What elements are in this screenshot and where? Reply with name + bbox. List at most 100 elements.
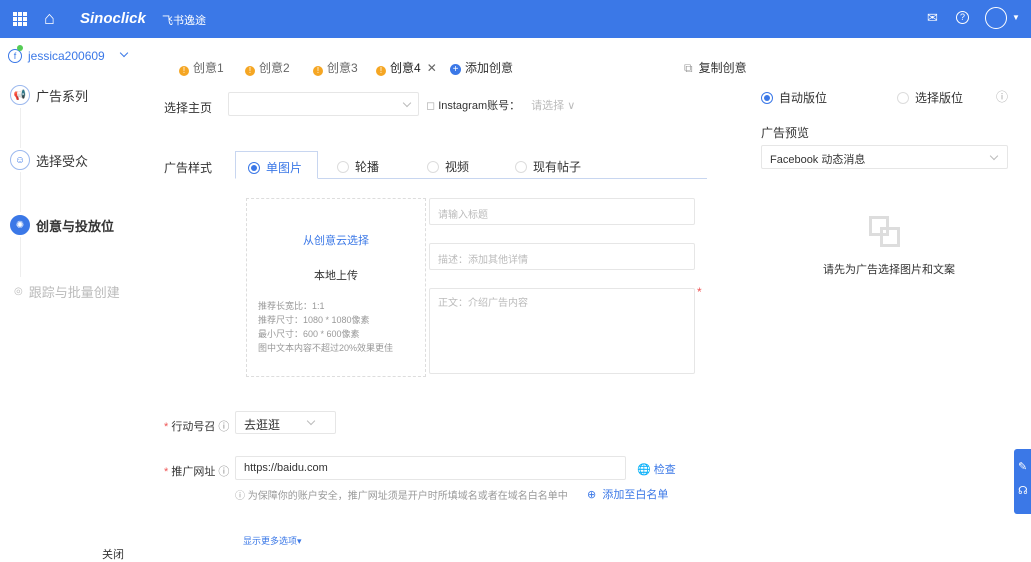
warning-icon: !	[313, 66, 323, 76]
radio	[515, 161, 527, 173]
show-more-options[interactable]: 显示更多选项▾	[243, 534, 302, 547]
wechat-icon[interactable]: ✉	[927, 10, 938, 26]
step-campaign[interactable]: 📢 广告系列	[10, 85, 88, 105]
bulb-icon: ✺	[10, 215, 30, 235]
tab-label: 创意2	[259, 61, 290, 75]
warning-icon: !	[376, 66, 386, 76]
chevron-down-icon	[119, 48, 129, 58]
step-label: 广告系列	[36, 88, 89, 104]
radio	[337, 161, 349, 173]
instagram-select[interactable]: 请选择	[531, 100, 564, 112]
facebook-icon: f	[8, 49, 22, 63]
style-label: 广告样式	[164, 161, 213, 175]
image-placeholder-icon	[869, 216, 901, 248]
avatar[interactable]	[985, 7, 1007, 29]
style-label-text: 视频	[445, 160, 470, 174]
instagram-icon: ◻	[426, 100, 436, 112]
style-single-image[interactable]: 单图片	[235, 151, 318, 179]
account-selector[interactable]: f jessica200609	[8, 45, 133, 64]
help-icon[interactable]: ?	[956, 11, 969, 24]
page-label: 选择主页	[164, 101, 213, 115]
cta-select[interactable]: 去逛逛	[235, 411, 336, 434]
style-existing-post[interactable]: 现有帖子	[515, 158, 581, 175]
globe-icon: 🌐	[637, 464, 651, 476]
radio	[897, 92, 909, 104]
step-tracking[interactable]: ◎ 跟踪与批量创建	[14, 282, 120, 301]
tab-creative-1[interactable]: ! 创意1	[179, 59, 224, 76]
cloud-select-link[interactable]: 从创意云选择	[247, 232, 425, 248]
add-creative-label: 添加创意	[465, 61, 514, 75]
placement-select[interactable]: Facebook 动态消息	[761, 145, 1008, 169]
title-input[interactable]: 请输入标题	[429, 198, 695, 225]
step-audience[interactable]: ☺ 选择受众	[10, 150, 88, 170]
instagram-field[interactable]: ◻ Instagram账号： 请选择 ∨	[426, 97, 575, 113]
tab-creative-3[interactable]: ! 创意3	[313, 59, 358, 76]
tip: 推荐尺寸：1080 * 1080像素	[258, 315, 370, 325]
user-icon: ☺	[10, 150, 30, 170]
brand-logo: Sinoclick	[80, 10, 146, 27]
radio	[427, 161, 439, 173]
local-upload-button[interactable]: 本地上传	[247, 267, 425, 283]
tab-creative-2[interactable]: ! 创意2	[245, 59, 290, 76]
step-label: 选择受众	[36, 153, 89, 169]
page-select[interactable]	[228, 92, 419, 116]
style-label-text: 单图片	[266, 161, 303, 175]
style-video[interactable]: 视频	[427, 158, 469, 175]
step-creative[interactable]: ✺ 创意与投放位	[10, 215, 114, 235]
top-header: ⌂ Sinoclick 飞书逸途 ✉ ? ▼	[0, 0, 1031, 38]
apps-grid-icon[interactable]	[13, 12, 27, 26]
add-creative-button[interactable]: + 添加创意	[450, 59, 513, 76]
account-name: jessica200609	[28, 49, 105, 63]
tip: 图中文本内容不超过20%效果更佳	[258, 343, 394, 353]
caret-down-icon[interactable]: ▼	[1012, 13, 1020, 22]
cta-label-text: 行动号召	[171, 421, 216, 433]
plus-circle-icon: +	[450, 64, 461, 75]
tab-creative-4[interactable]: ! 创意4 ✕	[376, 59, 437, 76]
close-link[interactable]: 关闭	[102, 546, 124, 562]
body-textarea[interactable]: 正文：介绍广告内容	[429, 288, 695, 374]
cta-value: 去逛逛	[244, 418, 281, 432]
add-whitelist-button[interactable]: ⊕ 添加至白名单	[587, 486, 668, 502]
tab-label: 创意4	[390, 61, 421, 75]
preview-empty-text: 请先为广告选择图片和文案	[823, 264, 955, 276]
step-label: 跟踪与批量创建	[28, 285, 120, 300]
manual-placement-radio[interactable]: 选择版位	[897, 89, 963, 106]
tab-label: 创意3	[327, 61, 358, 75]
tab-underline	[318, 178, 707, 179]
headset-icon[interactable]: ☊	[1018, 479, 1031, 503]
copy-creative-button[interactable]: ⧉ 复制创意	[684, 59, 747, 76]
style-carousel[interactable]: 轮播	[337, 158, 379, 175]
url-input[interactable]: https://baidu.com	[235, 456, 626, 480]
upload-area[interactable]: 从创意云选择 本地上传 推荐长宽比：1:1 推荐尺寸：1080 * 1080像素…	[246, 198, 426, 377]
add-whitelist-label: 添加至白名单	[602, 489, 669, 501]
home-icon[interactable]: ⌂	[44, 8, 55, 29]
radio	[761, 92, 773, 104]
preview-label: 广告预览	[761, 126, 810, 140]
close-icon[interactable]: ✕	[427, 61, 437, 75]
manual-label: 选择版位	[915, 91, 964, 105]
url-note-text: 为保障你的账户安全，推广网址须是开户时所填域名或者在域名白名单中	[247, 491, 568, 502]
caret-down-icon: ▾	[297, 536, 302, 546]
copy-creative-label: 复制创意	[698, 61, 747, 75]
auto-placement-radio[interactable]: 自动版位	[761, 89, 827, 106]
instagram-label: Instagram账号：	[438, 100, 521, 112]
copy-icon: ⧉	[684, 61, 693, 75]
feedback-icon[interactable]: ✎	[1018, 455, 1031, 479]
brand-cn: 飞书逸途	[162, 15, 206, 27]
plus-circle-icon: ⊕	[587, 489, 597, 501]
warning-icon: !	[179, 66, 189, 76]
online-dot	[17, 45, 23, 51]
tab-label: 创意1	[193, 61, 224, 75]
info-icon: ⓘ	[218, 421, 230, 433]
cta-label: * 行动号召 ⓘ	[164, 421, 230, 433]
required-mark: *	[697, 285, 702, 299]
radio	[248, 162, 260, 174]
info-icon[interactable]: ⓘ	[996, 88, 1008, 105]
style-label-text: 现有帖子	[533, 160, 582, 174]
description-input[interactable]: 描述：添加其他详情	[429, 243, 695, 270]
url-label-text: 推广网址	[171, 466, 216, 478]
check-url-button[interactable]: 🌐 检查	[637, 461, 676, 477]
floating-service-panel[interactable]: ✎ ☊	[1014, 449, 1031, 514]
target-icon: ◎	[14, 286, 23, 297]
placement-value: Facebook 动态消息	[770, 154, 866, 166]
